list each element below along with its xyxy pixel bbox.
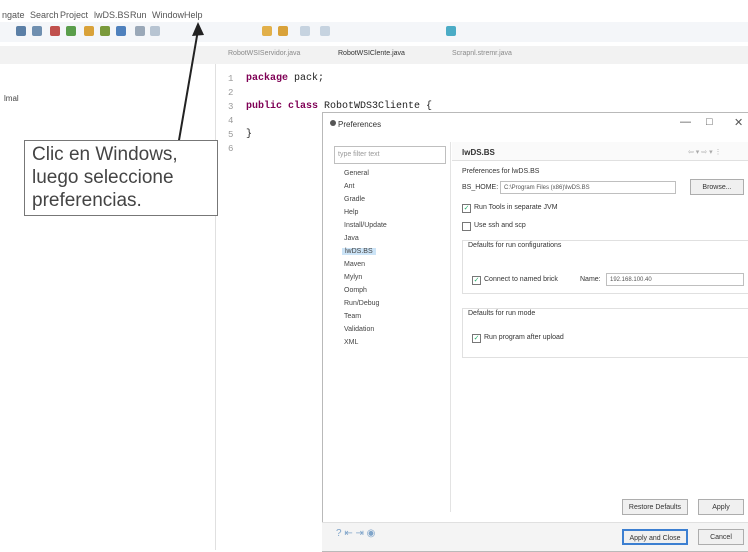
name-label: Name:: [580, 276, 601, 283]
tree-item[interactable]: XML: [344, 339, 358, 346]
menu-run[interactable]: Run: [130, 10, 147, 20]
tree-item[interactable]: Maven: [344, 261, 365, 268]
filter-input[interactable]: type filter text: [334, 146, 446, 164]
toolbar-misc-icon[interactable]: [150, 26, 160, 36]
line-number: 4: [228, 116, 234, 126]
menu-window[interactable]: Window: [152, 10, 184, 20]
annotation-icon[interactable]: [262, 26, 272, 36]
preferences-icon: [330, 120, 336, 126]
line-number: 2: [228, 88, 234, 98]
toolbar: [0, 22, 748, 42]
callout-line-1: Clic en Windows,: [32, 144, 178, 165]
line-number: 5: [228, 130, 234, 140]
use-ssh-label: Use ssh and scp: [474, 222, 526, 229]
dialog-title: Preferences: [338, 120, 382, 129]
maximize-button[interactable]: □: [706, 116, 713, 128]
help-icon[interactable]: ? ⇤ ⇥ ◉: [336, 528, 375, 539]
perspective-icon[interactable]: [446, 26, 456, 36]
connect-named-label: Connect to named brick: [484, 276, 558, 283]
tab-scrapnl[interactable]: Scrapnl.stremr.java: [452, 50, 512, 57]
apply-button[interactable]: Apply: [698, 499, 744, 515]
line-number: 1: [228, 74, 234, 84]
open-type-icon[interactable]: [116, 26, 126, 36]
tree-item[interactable]: Gradle: [344, 196, 365, 203]
close-button[interactable]: ✕: [734, 116, 743, 129]
package-keyword: package: [246, 73, 289, 84]
run-tools-checkbox[interactable]: ✓: [462, 204, 471, 213]
brick-name-value: 192.168.100.40: [610, 277, 652, 283]
menu-project[interactable]: Project: [60, 10, 88, 20]
run-after-upload-label: Run program after upload: [484, 334, 564, 341]
callout-line-2: luego seleccione: [32, 167, 174, 188]
menu-search[interactable]: Search: [30, 10, 59, 20]
tree-item[interactable]: lwDS.BS: [342, 248, 376, 255]
line-number: 6: [228, 144, 234, 154]
explorer-item[interactable]: lmal: [4, 94, 19, 103]
restore-defaults-button[interactable]: Restore Defaults: [622, 499, 688, 515]
tree-item[interactable]: Oomph: [344, 287, 367, 294]
cancel-button[interactable]: Cancel: [698, 529, 744, 545]
package-name: pack;: [288, 73, 325, 84]
menu-navigate[interactable]: ngate: [2, 10, 25, 20]
code-line-close: }: [246, 129, 252, 140]
callout-line-3: preferencias.: [32, 190, 142, 211]
debug-icon[interactable]: [50, 26, 60, 36]
home-path-value: C:\Program Files (x86)\lwDS.BS: [504, 185, 590, 191]
use-ssh-checkbox[interactable]: [462, 222, 471, 231]
new-icon[interactable]: [16, 26, 26, 36]
menu-lwdsbs[interactable]: lwDS.BS: [94, 10, 130, 20]
close-brace: }: [246, 129, 253, 140]
code-line-package: package pack;: [246, 73, 324, 84]
page-title: lwDS.BS: [462, 148, 495, 157]
run-config-heading: Defaults for run configurations: [468, 242, 562, 249]
browse-button[interactable]: Browse...: [690, 179, 744, 195]
code-line-class: public class RobotWDS3Cliente {: [246, 101, 432, 112]
tree-item[interactable]: Team: [344, 313, 361, 320]
run-after-upload-checkbox[interactable]: ✓: [472, 334, 481, 343]
package-icon[interactable]: [84, 26, 94, 36]
home-path-field[interactable]: C:\Program Files (x86)\lwDS.BS: [500, 181, 676, 194]
class-icon[interactable]: [100, 26, 110, 36]
tree-item[interactable]: General: [344, 170, 369, 177]
search-icon[interactable]: [135, 26, 145, 36]
run-icon[interactable]: [66, 26, 76, 36]
save-icon[interactable]: [32, 26, 42, 36]
page-description: Preferences for lwDS.BS: [462, 168, 540, 175]
apply-and-close-button[interactable]: Apply and Close: [622, 529, 688, 545]
line-number: 3: [228, 102, 234, 112]
brick-name-field[interactable]: 192.168.100.40: [606, 273, 744, 286]
filter-placeholder: type filter text: [338, 151, 380, 158]
tab-robot-cliente[interactable]: RobotWSIClente.java: [338, 50, 405, 57]
tree-item[interactable]: Install/Update: [344, 222, 387, 229]
marker-icon[interactable]: [278, 26, 288, 36]
tree-item[interactable]: Ant: [344, 183, 355, 190]
class-name: RobotWDS3Cliente {: [318, 101, 433, 112]
pointer-arrow: [177, 22, 204, 147]
run-tools-label: Run Tools in separate JVM: [474, 204, 558, 211]
minimize-button[interactable]: —: [680, 116, 691, 128]
connect-named-checkbox[interactable]: ✓: [472, 276, 481, 285]
class-keyword: public class: [246, 101, 319, 112]
menu-help[interactable]: Help: [184, 10, 203, 20]
nav-back-icon[interactable]: [300, 26, 310, 36]
tree-item[interactable]: Run/Debug: [344, 300, 379, 307]
tab-robot-servidor[interactable]: RobotWSIServidor.java: [228, 50, 300, 57]
home-label: BS_HOME:: [462, 184, 499, 191]
run-mode-heading: Defaults for run mode: [468, 310, 536, 317]
nav-forward-icon[interactable]: [320, 26, 330, 36]
tree-item[interactable]: Java: [344, 235, 359, 242]
tree-item[interactable]: Help: [344, 209, 358, 216]
tree-item[interactable]: Validation: [344, 326, 374, 333]
page-nav-arrows[interactable]: ⇦ ▾ ⇨ ▾ ⋮: [688, 148, 722, 156]
tree-item[interactable]: Mylyn: [344, 274, 362, 281]
